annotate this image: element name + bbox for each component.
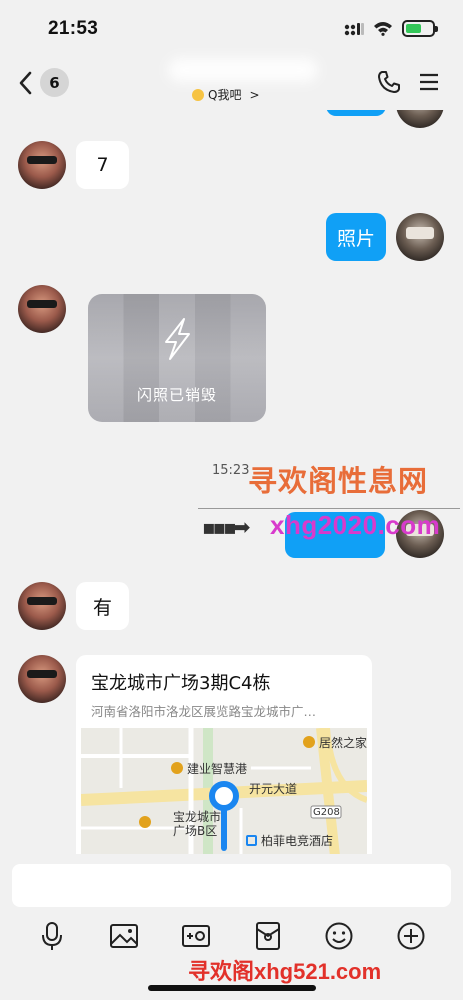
status-emoji-icon <box>192 88 204 101</box>
contact-name-blurred[interactable] <box>168 58 318 82</box>
wifi-icon <box>374 22 392 36</box>
microphone-icon[interactable] <box>36 920 68 952</box>
message-bubble[interactable]: 有 <box>76 582 129 630</box>
poi-label: 广场B区 <box>173 824 218 838</box>
map-label: 宝龙城市 广场B区 <box>139 810 221 838</box>
lightning-icon <box>165 318 190 360</box>
back-icon[interactable] <box>14 68 38 98</box>
chevron-right-icon: > <box>249 87 260 102</box>
map-label: 居然之家 <box>303 734 367 751</box>
menu-icon[interactable] <box>415 68 443 96</box>
self-avatar[interactable] <box>396 213 444 261</box>
cellular-signal-icon <box>344 22 364 35</box>
message-list[interactable]: 7 照片 闪照已销毁 15:23 寻欢阁性息网 ▪▪▪➡ xhg2020.com… <box>0 110 463 854</box>
red-packet-icon[interactable] <box>252 920 284 952</box>
status-time: 21:53 <box>48 18 99 39</box>
status-text: Q我吧 <box>208 88 242 102</box>
emoji-icon[interactable] <box>323 920 355 952</box>
home-indicator[interactable] <box>148 985 316 991</box>
location-message-card[interactable]: 宝龙城市广场3期C4栋 河南省洛阳市洛龙区展览路宝龙城市广… 建业智慧港 居然之… <box>76 655 372 854</box>
camera-icon[interactable] <box>180 920 212 952</box>
poi-label: 建业智慧港 <box>187 762 248 776</box>
message-input[interactable] <box>12 864 451 907</box>
contact-avatar[interactable] <box>18 285 66 333</box>
battery-icon <box>402 20 438 37</box>
composer-toolbar <box>0 916 463 956</box>
watermark-text: 寻欢阁xhg521.com <box>188 959 382 984</box>
chat-header: 6 Q我吧 > <box>0 58 463 110</box>
message-bubble[interactable]: 照片 <box>326 213 386 261</box>
flash-photo-message[interactable]: 闪照已销毁 <box>88 294 266 422</box>
contact-status[interactable]: Q我吧 > <box>192 86 260 103</box>
contact-avatar[interactable] <box>18 141 66 189</box>
unread-count-badge[interactable]: 6 <box>40 68 69 97</box>
composer: 寻欢阁xhg521.com <box>0 854 463 1000</box>
map-label: 建业智慧港 <box>171 760 247 777</box>
message-bubble[interactable]: 7 <box>76 141 129 189</box>
self-avatar[interactable] <box>396 110 444 128</box>
status-bar: 21:53 <box>0 0 463 58</box>
add-icon[interactable] <box>395 920 427 952</box>
status-icons <box>344 20 438 37</box>
poi-label: 宝龙城市 <box>173 810 222 824</box>
flash-photo-label: 闪照已销毁 <box>136 386 217 404</box>
contact-avatar[interactable] <box>18 655 66 703</box>
watermark-text: 寻欢阁性息网 <box>248 464 429 498</box>
location-address: 河南省洛阳市洛龙区展览路宝龙城市广… <box>91 704 317 719</box>
partial-message-bubble[interactable] <box>326 110 386 116</box>
location-title: 宝龙城市广场3期C4栋 <box>91 673 271 694</box>
phone-call-icon[interactable] <box>375 68 403 96</box>
poi-label: 居然之家 <box>319 736 367 750</box>
watermark-text: xhg2020.com <box>270 510 441 540</box>
divider <box>198 508 460 509</box>
map-preview[interactable]: 建业智慧港 居然之家 开元大道 宝龙城市 广场B区 柏菲电竞酒店 G208 <box>81 728 367 854</box>
message-timestamp: 15:23 <box>212 463 250 478</box>
road-label: 开元大道 <box>249 782 298 796</box>
poi-label: 柏菲电竞酒店 <box>261 834 334 848</box>
road-badge: G208 <box>313 807 340 818</box>
map-label: 柏菲电竞酒店 <box>246 832 333 849</box>
contact-avatar[interactable] <box>18 582 66 630</box>
image-icon[interactable] <box>108 920 140 952</box>
arrow-right-icon: ▪▪▪➡ <box>202 515 250 539</box>
